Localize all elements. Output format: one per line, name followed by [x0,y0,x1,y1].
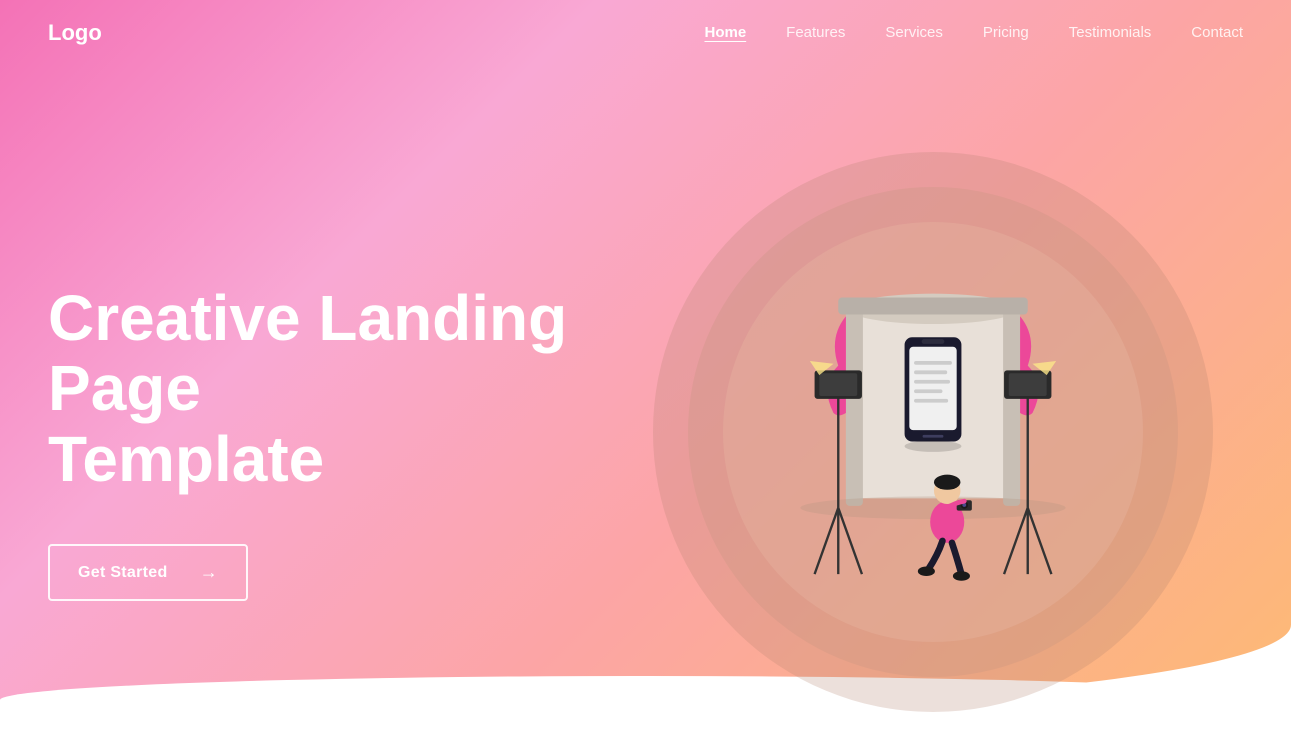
studio-illustration [743,252,1123,612]
nav-link-home[interactable]: Home [704,24,746,41]
nav-link-features[interactable]: Features [786,24,845,41]
arrow-right-icon: → [200,562,218,583]
nav-item-pricing[interactable]: Pricing [983,24,1029,42]
nav-link-pricing[interactable]: Pricing [983,24,1029,41]
navbar: Logo Home Features Services Pricing Test… [0,0,1291,66]
nav-links: Home Features Services Pricing Testimoni… [704,24,1243,42]
page-wrapper: Logo Home Features Services Pricing Test… [0,0,1291,756]
get-started-button[interactable]: Get Started → [48,544,248,601]
hero-illustration [623,132,1243,732]
cta-label: Get Started [78,564,168,582]
nav-item-testimonials[interactable]: Testimonials [1069,24,1152,42]
nav-item-features[interactable]: Features [786,24,845,42]
nav-link-services[interactable]: Services [885,24,943,41]
nav-item-services[interactable]: Services [885,24,943,42]
hero-title: Creative Landing Page Template [48,283,568,494]
hero-text-block: Creative Landing Page Template Get Start… [48,263,568,601]
nav-item-home[interactable]: Home [704,24,746,42]
logo: Logo [48,20,102,46]
hero-section: Creative Landing Page Template Get Start… [0,66,1291,756]
nav-link-contact[interactable]: Contact [1191,24,1243,41]
nav-item-contact[interactable]: Contact [1191,24,1243,42]
nav-link-testimonials[interactable]: Testimonials [1069,24,1152,41]
